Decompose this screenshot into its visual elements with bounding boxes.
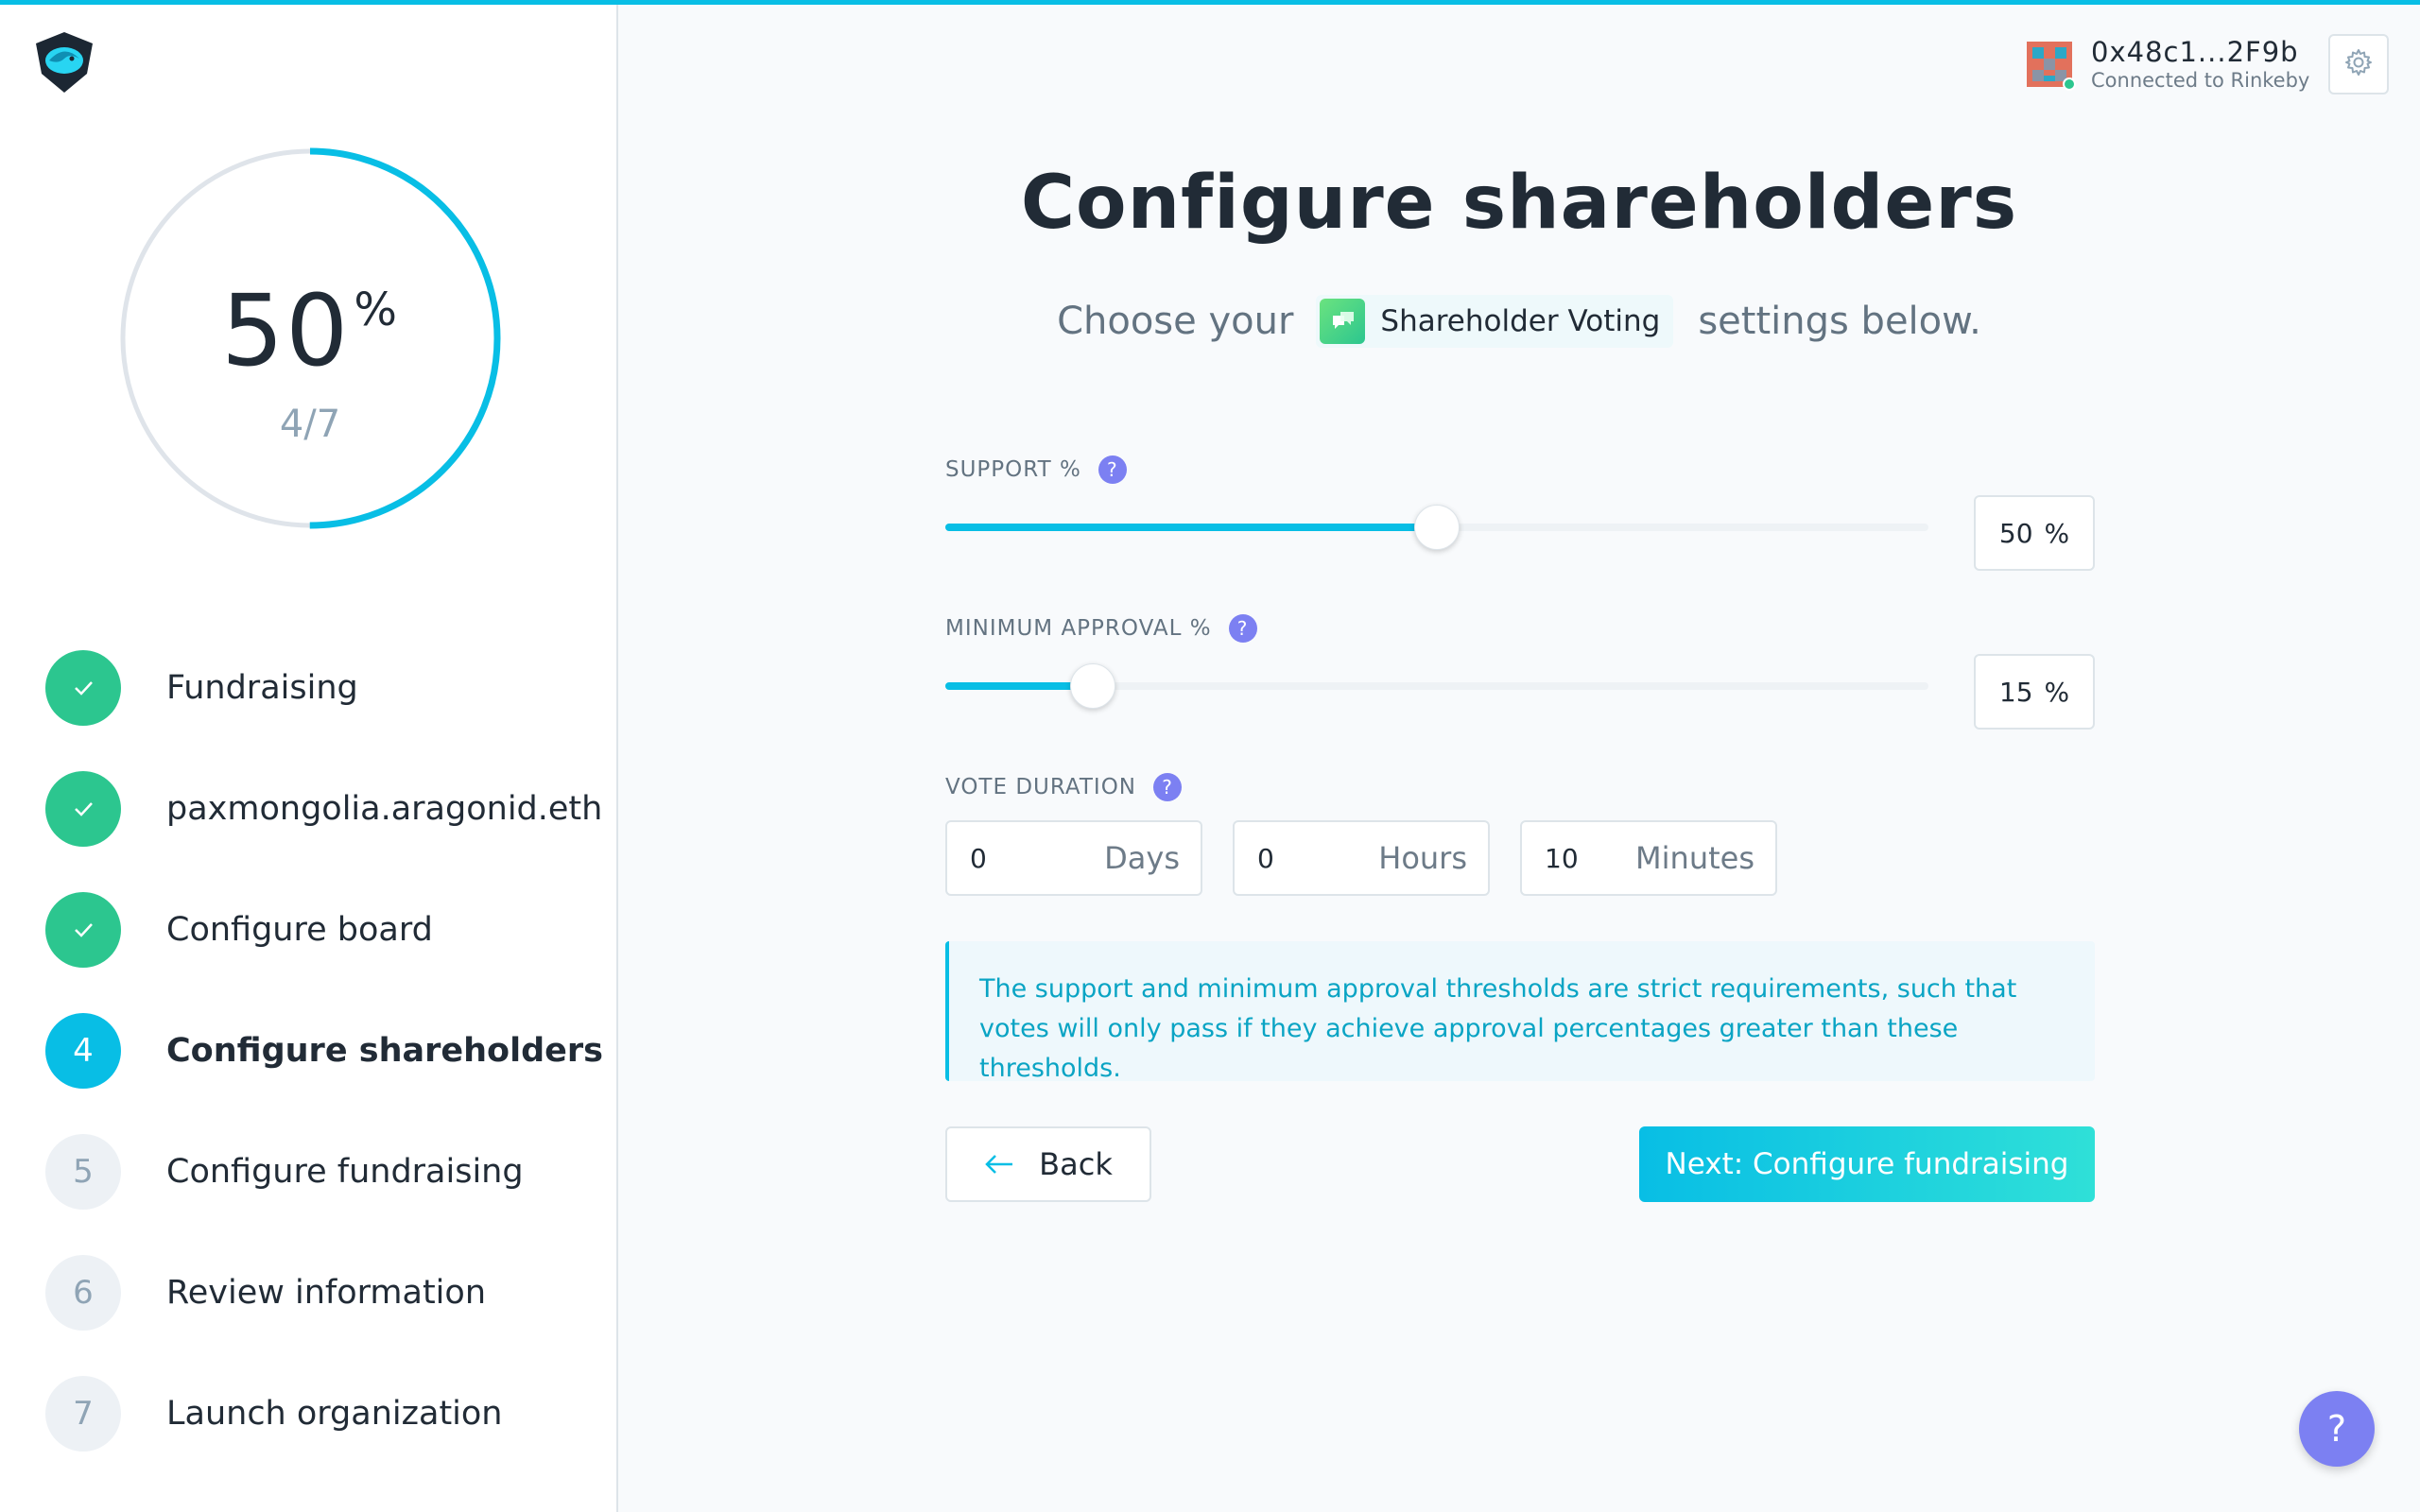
page-subtitle: Choose your Shareholder Voting settings …: [618, 295, 2420, 348]
step-domain[interactable]: paxmongolia.aragonid.eth: [45, 771, 603, 847]
step-label: Launch organization: [166, 1395, 503, 1433]
check-icon: [45, 771, 121, 847]
step-launch-organization[interactable]: 7 Launch organization: [45, 1376, 603, 1452]
step-label: Configure shareholders: [166, 1032, 603, 1070]
step-configure-shareholders[interactable]: 4 Configure shareholders: [45, 1013, 603, 1089]
network-status: Connected to Rinkeby: [2091, 68, 2310, 92]
minutes-input[interactable]: 10 Minutes: [1520, 820, 1777, 896]
slider-fill: [945, 524, 1437, 531]
top-accent-bar: [0, 0, 2420, 5]
aragon-logo-icon: [32, 30, 96, 94]
min-approval-slider[interactable]: [945, 658, 1928, 714]
step-label: Fundraising: [166, 669, 358, 707]
account-badge[interactable]: 0x48c1...2F9b Connected to Rinkeby: [2027, 34, 2309, 94]
help-icon[interactable]: ?: [1098, 455, 1127, 484]
step-label: Configure board: [166, 911, 433, 949]
online-status-icon: [2063, 77, 2076, 91]
support-label: SUPPORT % ?: [945, 455, 1127, 484]
step-number: 6: [45, 1255, 121, 1331]
progress-percent: 50%: [221, 273, 399, 388]
settings-button[interactable]: [2328, 34, 2389, 94]
step-number: 7: [45, 1376, 121, 1452]
account-address: 0x48c1...2F9b: [2091, 36, 2299, 69]
sidebar: 50% 4/7 Fundraising paxmongolia.aragonid…: [0, 0, 618, 1512]
page-title: Configure shareholders: [1020, 161, 2018, 246]
days-input[interactable]: 0 Days: [945, 820, 1202, 896]
step-label: Configure fundraising: [166, 1153, 524, 1191]
step-number: 4: [45, 1013, 121, 1089]
progress-fraction: 4/7: [279, 403, 341, 446]
app-badge: Shareholder Voting: [1316, 295, 1674, 348]
voting-app-icon: [1320, 299, 1366, 344]
gear-icon: [2343, 47, 2374, 81]
support-slider[interactable]: [945, 499, 1928, 556]
help-button[interactable]: ?: [2299, 1391, 2375, 1467]
step-label: paxmongolia.aragonid.eth: [166, 790, 603, 828]
check-icon: [45, 650, 121, 726]
min-approval-label: MINIMUM APPROVAL % ?: [945, 614, 1257, 643]
step-number: 5: [45, 1134, 121, 1210]
step-review-information[interactable]: 6 Review information: [45, 1255, 603, 1331]
identicon-avatar: [2027, 42, 2076, 91]
support-value-input[interactable]: 50%: [1974, 495, 2095, 571]
check-icon: [45, 892, 121, 968]
help-icon[interactable]: ?: [1228, 614, 1257, 643]
min-approval-value-input[interactable]: 15%: [1974, 654, 2095, 730]
back-button[interactable]: Back: [945, 1126, 1151, 1202]
subtitle-suffix: settings below.: [1698, 300, 1981, 343]
arrow-left-icon: [984, 1153, 1014, 1176]
vote-duration-label: VOTE DURATION ?: [945, 773, 1183, 801]
next-button[interactable]: Next: Configure fundraising: [1639, 1126, 2095, 1202]
slider-handle[interactable]: [1414, 505, 1460, 550]
info-message: The support and minimum approval thresho…: [945, 941, 2095, 1083]
help-icon[interactable]: ?: [1153, 773, 1183, 801]
step-configure-board[interactable]: Configure board: [45, 892, 603, 968]
app-badge-label: Shareholder Voting: [1380, 304, 1661, 338]
progress-ring: 50% 4/7: [119, 147, 501, 529]
subtitle-prefix: Choose your: [1057, 300, 1294, 343]
slider-handle[interactable]: [1070, 663, 1115, 709]
step-label: Review information: [166, 1274, 487, 1312]
hours-input[interactable]: 0 Hours: [1233, 820, 1490, 896]
step-fundraising[interactable]: Fundraising: [45, 650, 603, 726]
step-configure-fundraising[interactable]: 5 Configure fundraising: [45, 1134, 603, 1210]
